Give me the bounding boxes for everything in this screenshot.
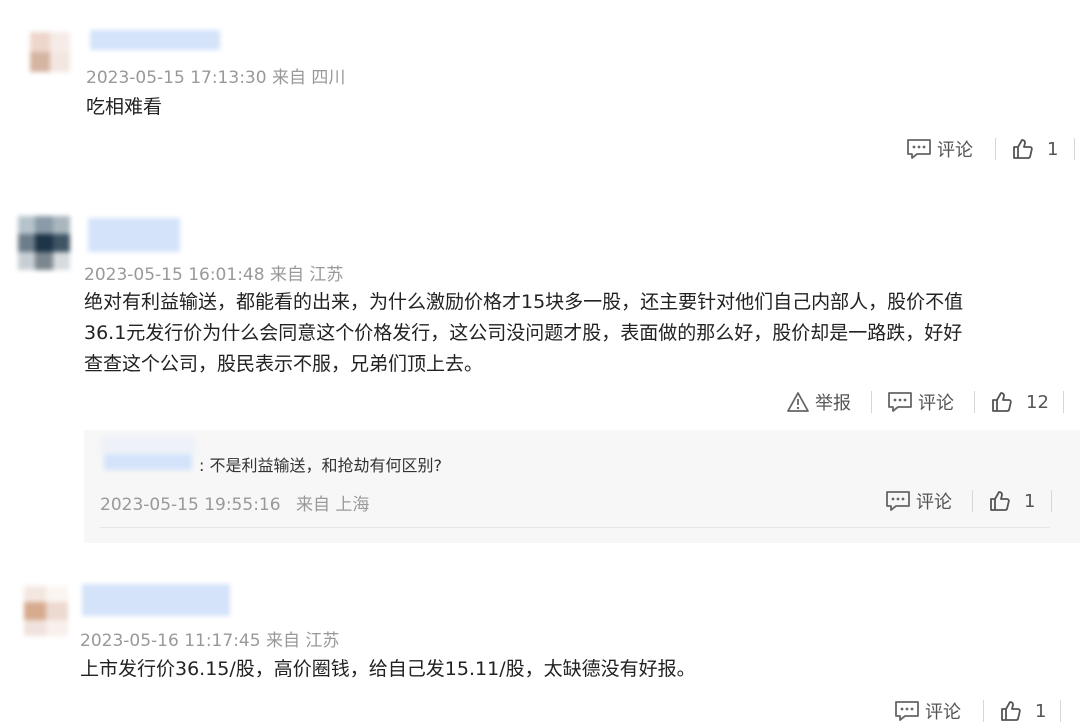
reply-meta: 2023-05-15 19:55:16 来自 上海 [100, 490, 369, 515]
reply-label: 评论 [918, 393, 954, 414]
username-blurred[interactable] [90, 30, 220, 50]
reply-username-blurred[interactable] [100, 436, 196, 474]
comment-meta: 2023-05-15 17:13:30 来自 四川 [86, 63, 345, 88]
reply-button[interactable]: 评论 [894, 698, 961, 724]
reply-actions: 评论 1 [885, 488, 1053, 514]
divider [974, 391, 975, 413]
comment-icon [907, 139, 931, 159]
comment-location: 江苏 [305, 631, 340, 651]
comment-location: 江苏 [309, 265, 344, 285]
location-prefix: 来自 [271, 68, 306, 88]
reply-time: 2023-05-15 19:55:16 [100, 495, 281, 515]
like-button[interactable]: 1 [999, 699, 1046, 723]
comment-text-line: 绝对有利益输送，都能看的出来，为什么激励价格才15块多一股，还主要针对他们自己内… [84, 291, 964, 313]
comment-location: 四川 [311, 68, 346, 88]
divider [972, 490, 973, 512]
reply-location: 上海 [335, 495, 370, 515]
thumbs-up-icon [992, 392, 1012, 412]
report-label: 举报 [815, 393, 851, 414]
like-count: 1 [1047, 138, 1059, 160]
location-prefix: 来自 [265, 631, 300, 651]
like-button[interactable]: 1 [988, 489, 1035, 513]
like-button[interactable]: 12 [990, 390, 1049, 414]
comment-text-line: 查查这个公司，股民表示不服，兄弟们顶上去。 [84, 353, 484, 375]
like-count: 1 [1024, 490, 1036, 512]
location-prefix: 来自 [295, 495, 330, 515]
divider [1051, 490, 1053, 512]
avatar[interactable] [30, 32, 70, 72]
thumbs-up-icon [990, 491, 1010, 511]
reply-text: : 不是利益输送，和抢劫有何区别? [199, 456, 442, 475]
comment-actions: 举报 评论 12 [786, 389, 1064, 415]
like-button[interactable]: 1 [1011, 137, 1058, 161]
reply-button[interactable]: 评论 [887, 389, 954, 415]
avatar[interactable] [18, 216, 70, 270]
comment-text-line: 36.1元发行价为什么会同意这个价格发行，这公司没问题才股，表面做的那么好，股价… [84, 322, 963, 344]
divider [871, 391, 872, 413]
comment-text: 上市发行价36.15/股，高价圈钱，给自己发15.11/股，太缺德没有好报。 [80, 658, 696, 680]
comment-time: 2023-05-15 17:13:30 [86, 68, 267, 88]
comment-time: 2023-05-16 11:17:45 [80, 631, 261, 651]
comment-text: 吃相难看 [86, 96, 163, 118]
location-prefix: 来自 [269, 265, 304, 285]
like-count: 1 [1035, 700, 1047, 722]
comment-icon [895, 701, 919, 721]
divider [995, 138, 996, 160]
username-blurred[interactable] [88, 218, 180, 252]
comment-icon [888, 392, 912, 412]
reply-button[interactable]: 评论 [906, 136, 973, 162]
reply-button[interactable]: 评论 [885, 488, 952, 514]
avatar[interactable] [24, 586, 68, 636]
comment-actions: 评论 1 [894, 698, 1062, 724]
reply-label: 评论 [937, 140, 973, 161]
comment-icon [886, 491, 910, 511]
comment-text: 绝对有利益输送，都能看的出来，为什么激励价格才15块多一股，还主要针对他们自己内… [84, 287, 1074, 380]
like-count: 12 [1026, 391, 1049, 413]
divider [100, 527, 1050, 528]
divider [1060, 700, 1062, 722]
divider [1062, 391, 1064, 413]
thumbs-up-icon [1013, 139, 1033, 159]
report-button[interactable]: 举报 [786, 389, 851, 415]
comment-actions: 评论 1 [906, 136, 1076, 162]
reply-label: 评论 [925, 702, 961, 723]
username-blurred[interactable] [82, 584, 230, 616]
warning-icon [787, 392, 809, 412]
comment-meta: 2023-05-16 11:17:45 来自 江苏 [80, 626, 339, 651]
divider [983, 700, 984, 722]
comment-time: 2023-05-15 16:01:48 [84, 265, 265, 285]
thumbs-up-icon [1001, 701, 1021, 721]
divider [1074, 138, 1076, 160]
comment-meta: 2023-05-15 16:01:48 来自 江苏 [84, 260, 343, 285]
reply-label: 评论 [916, 492, 952, 513]
reply-thread: : 不是利益输送，和抢劫有何区别? 2023-05-15 19:55:16 来自… [84, 430, 1080, 543]
